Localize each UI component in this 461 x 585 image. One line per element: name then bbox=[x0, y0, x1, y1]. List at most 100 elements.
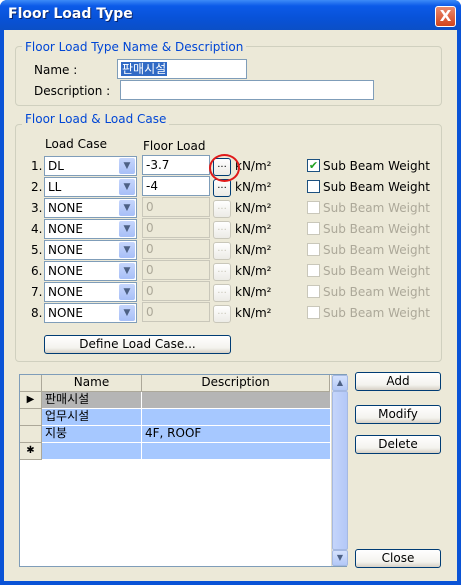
chevron-down-icon[interactable]: ▼ bbox=[119, 263, 135, 279]
sub-beam-label: Sub Beam Weight bbox=[323, 159, 430, 173]
chevron-down-icon[interactable]: ▼ bbox=[119, 242, 135, 258]
row-description-cell[interactable] bbox=[142, 392, 330, 409]
dialog-window: Floor Load Type X Floor Load Type Name &… bbox=[0, 0, 461, 585]
load-case-select[interactable]: NONE ▼ bbox=[44, 240, 137, 260]
unit-label: kN/m² bbox=[235, 264, 272, 278]
row-index: 8. bbox=[31, 306, 43, 320]
unit-label: kN/m² bbox=[235, 180, 272, 194]
row-marker[interactable] bbox=[20, 426, 42, 443]
name-input[interactable]: 판매시설 bbox=[117, 59, 247, 79]
row-description-cell[interactable]: 4F, ROOF bbox=[142, 426, 330, 443]
chevron-down-icon[interactable]: ▼ bbox=[119, 284, 135, 300]
unit-label: kN/m² bbox=[235, 201, 272, 215]
sub-beam-checkbox[interactable]: ✔ bbox=[307, 159, 320, 172]
chevron-down-icon[interactable]: ▼ bbox=[119, 200, 135, 216]
floor-load-input[interactable]: 0 bbox=[142, 197, 210, 217]
floor-load-detail-button[interactable]: ... bbox=[213, 242, 231, 260]
unit-label: kN/m² bbox=[235, 159, 272, 173]
load-case-select[interactable]: DL ▼ bbox=[44, 156, 137, 176]
sub-beam-checkbox[interactable] bbox=[307, 306, 320, 319]
load-case-value: LL bbox=[48, 180, 62, 194]
load-case-value: NONE bbox=[48, 285, 83, 299]
load-case-select[interactable]: LL ▼ bbox=[44, 177, 137, 197]
chevron-down-icon[interactable]: ▼ bbox=[119, 158, 135, 174]
scroll-up-icon[interactable]: ▲ bbox=[332, 375, 348, 391]
floor-load-header: Floor Load bbox=[143, 139, 206, 153]
chevron-down-icon[interactable]: ▼ bbox=[119, 179, 135, 195]
dialog-body: Floor Load Type Name & Description Name … bbox=[4, 30, 457, 581]
floor-load-detail-button[interactable]: ... bbox=[213, 221, 231, 239]
row-index: 6. bbox=[31, 264, 43, 278]
row-name-cell[interactable]: 판매시설 bbox=[42, 392, 142, 409]
sub-beam-checkbox[interactable] bbox=[307, 201, 320, 214]
sub-beam-checkbox[interactable] bbox=[307, 243, 320, 256]
add-button[interactable]: Add bbox=[355, 372, 441, 391]
floor-load-detail-button[interactable]: ... bbox=[213, 284, 231, 302]
unit-label: kN/m² bbox=[235, 285, 272, 299]
row-description-cell[interactable] bbox=[142, 409, 330, 426]
row-index: 1. bbox=[31, 159, 43, 173]
row-name-cell[interactable]: 지붕 bbox=[42, 426, 142, 443]
row-name-cell[interactable]: 업무시설 bbox=[42, 409, 142, 426]
row-description-cell[interactable] bbox=[142, 443, 330, 460]
load-case-value: NONE bbox=[48, 306, 83, 320]
row-index: 3. bbox=[31, 201, 43, 215]
sub-beam-checkbox[interactable] bbox=[307, 222, 320, 235]
scroll-thumb[interactable] bbox=[332, 391, 348, 550]
scroll-down-icon[interactable]: ▼ bbox=[332, 550, 348, 566]
load-case-select[interactable]: NONE ▼ bbox=[44, 261, 137, 281]
load-case-header: Load Case bbox=[45, 137, 107, 151]
floor-load-input[interactable]: -4 bbox=[142, 176, 210, 196]
sub-beam-checkbox[interactable] bbox=[307, 285, 320, 298]
load-case-value: NONE bbox=[48, 264, 83, 278]
row-index: 4. bbox=[31, 222, 43, 236]
load-case-value: NONE bbox=[48, 201, 83, 215]
title-bar[interactable]: Floor Load Type X bbox=[0, 0, 461, 30]
floor-load-input[interactable]: 0 bbox=[142, 239, 210, 259]
floor-load-input[interactable]: -3.7 bbox=[142, 155, 210, 175]
floor-load-legend: Floor Load & Load Case bbox=[22, 112, 170, 126]
chevron-down-icon[interactable]: ▼ bbox=[119, 221, 135, 237]
unit-label: kN/m² bbox=[235, 222, 272, 236]
load-case-value: NONE bbox=[48, 243, 83, 257]
floor-load-input[interactable]: 0 bbox=[142, 218, 210, 238]
floor-load-detail-button[interactable]: ... bbox=[213, 263, 231, 281]
unit-label: kN/m² bbox=[235, 243, 272, 257]
description-label: Description : bbox=[34, 84, 111, 98]
floor-load-input[interactable]: 0 bbox=[142, 302, 210, 322]
load-case-select[interactable]: NONE ▼ bbox=[44, 219, 137, 239]
close-window-icon[interactable]: X bbox=[435, 6, 456, 27]
name-label: Name : bbox=[34, 63, 78, 77]
delete-button[interactable]: Delete bbox=[355, 435, 441, 454]
load-case-select[interactable]: NONE ▼ bbox=[44, 198, 137, 218]
row-index: 7. bbox=[31, 285, 43, 299]
column-header-description[interactable]: Description bbox=[142, 375, 330, 392]
sub-beam-checkbox[interactable] bbox=[307, 180, 320, 193]
modify-button[interactable]: Modify bbox=[355, 405, 441, 424]
load-case-select[interactable]: NONE ▼ bbox=[44, 282, 137, 302]
load-case-select[interactable]: NONE ▼ bbox=[44, 303, 137, 323]
row-marker[interactable]: ▶ bbox=[20, 392, 42, 409]
row-marker[interactable]: ✱ bbox=[20, 443, 42, 460]
floor-load-detail-button[interactable]: ... bbox=[213, 305, 231, 323]
unit-label: kN/m² bbox=[235, 306, 272, 320]
table-scrollbar[interactable]: ▲ ▼ bbox=[331, 375, 348, 566]
load-case-value: DL bbox=[48, 159, 64, 173]
sub-beam-label: Sub Beam Weight bbox=[323, 285, 430, 299]
define-load-case-button[interactable]: Define Load Case... bbox=[44, 335, 231, 354]
row-name-cell[interactable] bbox=[42, 443, 142, 460]
sub-beam-checkbox[interactable] bbox=[307, 264, 320, 277]
sub-beam-label: Sub Beam Weight bbox=[323, 201, 430, 215]
close-button[interactable]: Close bbox=[355, 549, 441, 568]
column-header-name[interactable]: Name bbox=[42, 375, 142, 392]
chevron-down-icon[interactable]: ▼ bbox=[119, 305, 135, 321]
row-marker[interactable] bbox=[20, 409, 42, 426]
sub-beam-label: Sub Beam Weight bbox=[323, 243, 430, 257]
name-description-legend: Floor Load Type Name & Description bbox=[22, 40, 247, 54]
floor-load-input[interactable]: 0 bbox=[142, 281, 210, 301]
floor-load-type-table: Name Description ▶ 판매시설 업무시설 지붕 4F, ROOF ✱ bbox=[19, 374, 347, 567]
floor-load-input[interactable]: 0 bbox=[142, 260, 210, 280]
row-index: 2. bbox=[31, 180, 43, 194]
floor-load-detail-button[interactable]: ... bbox=[213, 200, 231, 218]
description-input[interactable] bbox=[120, 80, 374, 100]
